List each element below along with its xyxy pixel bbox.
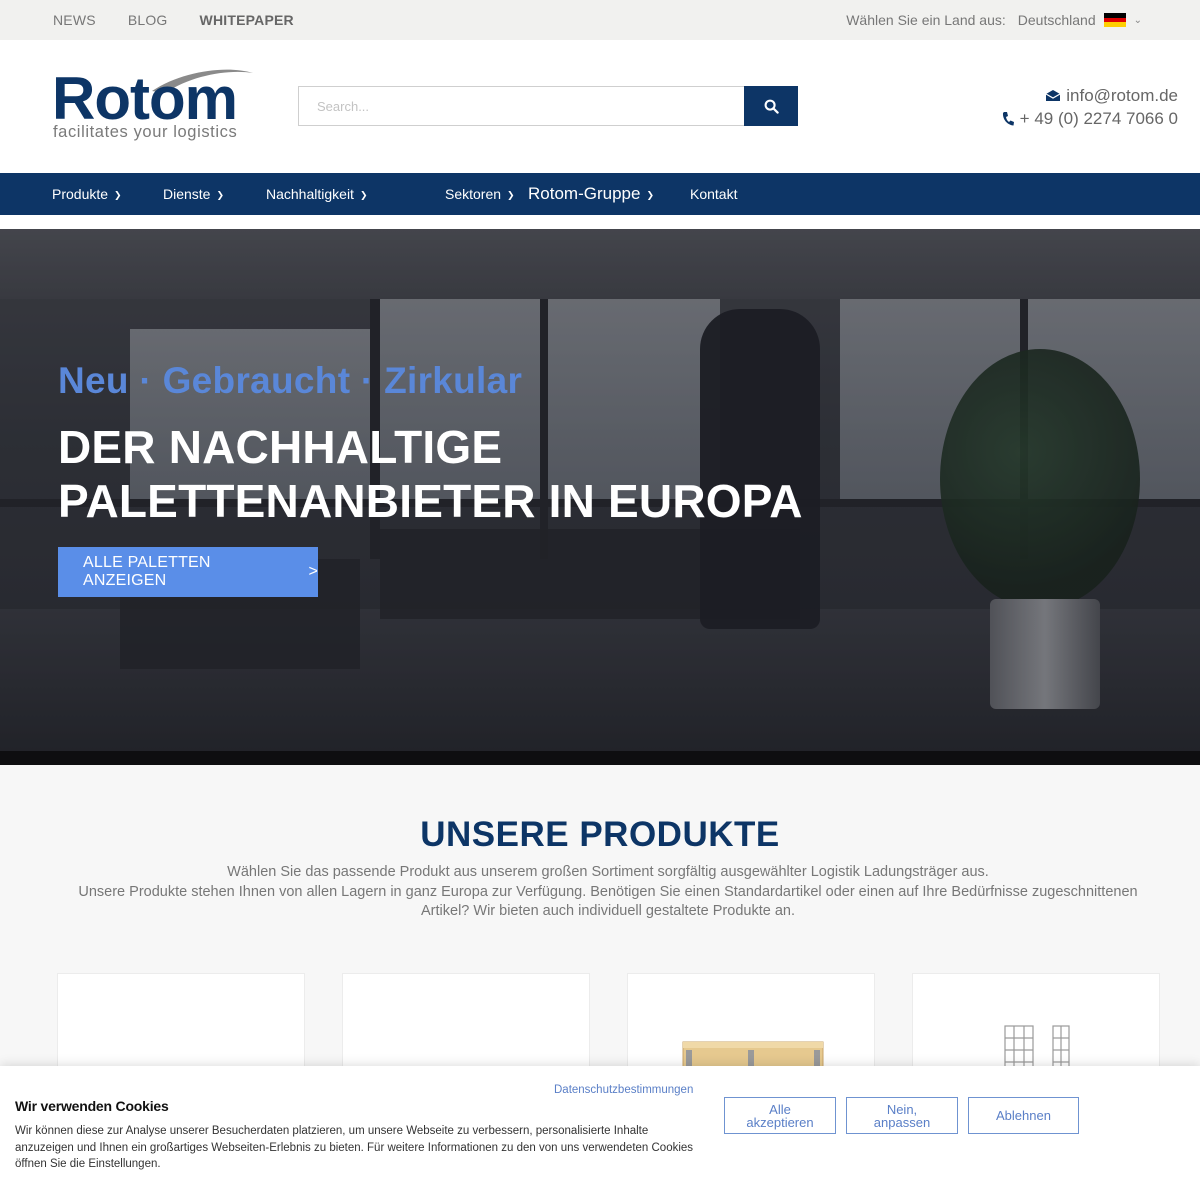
section-description-line: Unsere Produkte stehen Ihnen von allen L… [78, 883, 1138, 920]
nav-item-nachhaltigkeit[interactable]: Nachhaltigkeit ❯ [266, 173, 367, 215]
search-input[interactable] [298, 86, 744, 126]
email-link[interactable]: info@rotom.de [1066, 84, 1178, 107]
section-description-line: Wählen Sie das passende Produkt aus unse… [227, 864, 989, 880]
chevron-down-icon: ❯ [359, 189, 368, 200]
nav-item-sektoren[interactable]: Sektoren ❯ [445, 173, 515, 215]
phone-number[interactable]: + 49 (0) 2274 7066 0 [1020, 107, 1178, 130]
search-button[interactable] [744, 86, 798, 126]
view-all-pallets-button[interactable]: ALLE PALETTEN ANZEIGEN > [58, 547, 318, 597]
top-bar: NEWS BLOG WHITEPAPER Wählen Sie ein Land… [0, 0, 1200, 40]
hero-title: DER NACHHALTIGE PALETTENANBIETER IN EURO… [58, 421, 803, 527]
accept-all-cookies-button[interactable]: Alle akzeptieren [724, 1097, 836, 1134]
logo-wordmark: Rotom [52, 65, 238, 132]
hero-spacer [0, 215, 1200, 229]
customize-cookies-button[interactable]: Nein, anpassen [846, 1097, 958, 1134]
nav-item-dienste[interactable]: Dienste ❯ [163, 173, 224, 215]
search-icon [764, 99, 779, 114]
section-description: Wählen Sie das passende Produkt aus unse… [58, 863, 1158, 922]
chevron-down-icon: ❯ [216, 189, 225, 200]
arrow-right-icon: > [308, 563, 318, 580]
hero-subtitle: Neu · Gebraucht · Zirkular [58, 360, 523, 401]
envelope-icon [1045, 90, 1061, 101]
country-dropdown[interactable]: Deutschland ⌄ [1018, 12, 1142, 28]
chevron-down-icon: ❯ [646, 189, 654, 200]
chevron-down-icon: ❯ [114, 189, 122, 200]
logo-tagline: facilitates your logistics [53, 123, 238, 141]
chevron-down-icon: ⌄ [1133, 14, 1142, 26]
phone-row[interactable]: + 49 (0) 2274 7066 0 [1001, 107, 1178, 130]
country-value: Deutschland [1017, 12, 1096, 28]
nav-item-rotom-gruppe[interactable]: Rotom-Gruppe ❯ [528, 173, 654, 215]
country-selector: Wählen Sie ein Land aus: Deutschland ⌄ [846, 0, 1142, 40]
nav-item-label: Produkte [52, 186, 109, 202]
section-title: UNSERE PRODUKTE [420, 815, 780, 854]
nav-item-label: Nachhaltigkeit [266, 186, 354, 202]
top-nav: NEWS BLOG WHITEPAPER [53, 0, 294, 40]
top-nav-news-link[interactable]: NEWS [53, 12, 96, 28]
privacy-policy-link[interactable]: Datenschutzbestimmungen [554, 1084, 693, 1096]
nav-item-label: Kontakt [690, 186, 738, 202]
germany-flag-icon [1103, 13, 1126, 27]
nav-item-label: Rotom-Gruppe [528, 184, 641, 203]
nav-item-produkte[interactable]: Produkte ❯ [52, 173, 122, 215]
nav-item-label: Sektoren [445, 186, 502, 202]
nav-item-kontakt[interactable]: Kontakt [690, 173, 737, 215]
hero-bottom-bar [0, 751, 1200, 765]
nav-item-label: Dienste [163, 186, 211, 202]
rotom-logo[interactable]: Rotom facilitates your logistics [52, 67, 262, 147]
email-row[interactable]: info@rotom.de [1001, 84, 1178, 107]
cookie-text: Wir können diese zur Analyse unserer Bes… [15, 1125, 694, 1170]
cookie-banner: Datenschutzbestimmungen Wir verwenden Co… [0, 1066, 1200, 1200]
search-bar [298, 86, 798, 126]
button-label: ALLE PALETTEN ANZEIGEN [83, 554, 211, 589]
cookie-title: Wir verwenden Cookies [15, 1098, 169, 1114]
top-nav-whitepaper-link[interactable]: WHITEPAPER [200, 12, 294, 28]
phone-icon [1002, 111, 1014, 125]
decline-cookies-button[interactable]: Ablehnen [968, 1097, 1079, 1134]
main-navigation: Produkte ❯ Dienste ❯ Nachhaltigkeit ❯ Se… [0, 173, 1200, 215]
site-header: Rotom facilitates your logistics info@ro… [0, 40, 1200, 173]
top-nav-blog-link[interactable]: BLOG [128, 12, 168, 28]
chevron-down-icon: ❯ [507, 189, 515, 200]
contact-info: info@rotom.de + 49 (0) 2274 7066 0 [1001, 84, 1178, 130]
country-prompt: Wählen Sie ein Land aus: [846, 12, 1006, 28]
